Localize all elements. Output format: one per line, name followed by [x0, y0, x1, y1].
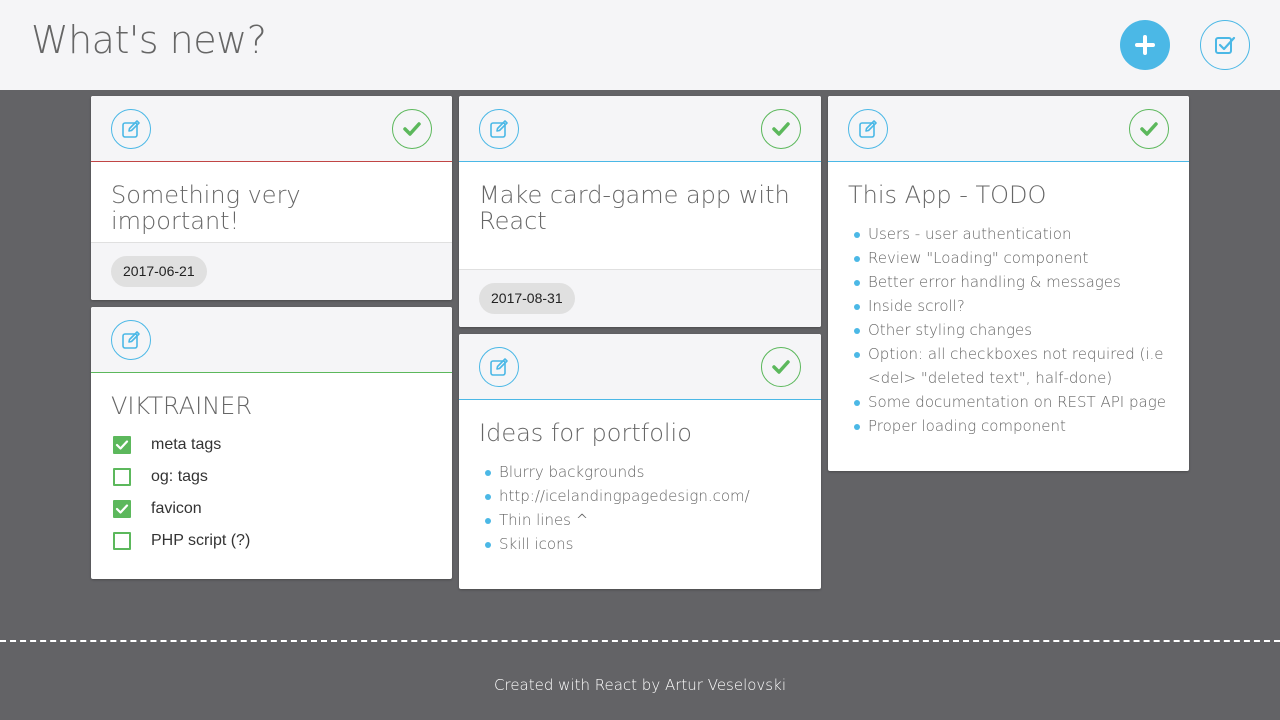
card-footer: 2017-08-31: [459, 269, 821, 327]
card-title: This App - TODO: [848, 181, 1047, 209]
checklist-item: PHP script (?): [113, 525, 432, 557]
edit-button[interactable]: [479, 347, 519, 387]
edit-button[interactable]: [848, 109, 888, 149]
list-item: Option: all checkboxes not required (i.e…: [854, 342, 1169, 390]
edit-icon: [490, 358, 508, 376]
checklist-item: meta tags: [113, 429, 432, 461]
mark-done-button[interactable]: [1129, 109, 1169, 149]
list-item: Blurry backgrounds: [485, 460, 801, 484]
checklist-item: og: tags: [113, 461, 432, 493]
checkbox[interactable]: [113, 468, 131, 486]
list-item: Skill icons: [485, 532, 801, 556]
card-header: [91, 96, 452, 162]
checkbox[interactable]: [113, 500, 131, 518]
list-item: http://icelandingpagedesign.com/: [485, 484, 801, 508]
card-title: Ideas for portfolio: [479, 419, 692, 447]
mark-done-button[interactable]: [761, 347, 801, 387]
checklist-label: PHP script (?): [151, 532, 251, 549]
edit-icon: [122, 120, 140, 138]
checkbox-edit-icon: [1215, 36, 1236, 54]
list-item: Users - user authentication: [854, 222, 1169, 246]
list-item: Better error handling & messages: [854, 270, 1169, 294]
check-icon: [1140, 122, 1158, 136]
edit-icon: [490, 120, 508, 138]
edit-button[interactable]: [111, 320, 151, 360]
checklist-item: favicon: [113, 493, 432, 525]
footer-divider: [0, 640, 1280, 642]
bullet-list: Users - user authentication Review "Load…: [828, 208, 1189, 438]
mark-done-button[interactable]: [392, 109, 432, 149]
card-footer: 2017-06-21: [91, 242, 452, 300]
card-portfolio-ideas: Ideas for portfolio Blurry backgrounds h…: [459, 334, 821, 589]
checklist-label: og: tags: [151, 468, 208, 485]
check-icon: [115, 504, 129, 514]
check-icon: [772, 360, 790, 374]
list-item: Thin lines ^: [485, 508, 801, 532]
card-header: [459, 334, 821, 400]
list-item: Proper loading component: [854, 414, 1169, 438]
edit-icon: [859, 120, 877, 138]
list-item: Review "Loading" component: [854, 246, 1169, 270]
edit-button[interactable]: [111, 109, 151, 149]
checkbox[interactable]: [113, 532, 131, 550]
card-something-important: Something very important! 2017-06-21: [91, 96, 452, 300]
footer-credit: Created with React by Artur Veselovski: [494, 676, 786, 694]
checklist-label: favicon: [151, 500, 202, 517]
date-badge: 2017-06-21: [111, 256, 207, 287]
card-header: [459, 96, 821, 162]
card-title: Something very important!: [111, 181, 301, 235]
bullet-list: Blurry backgrounds http://icelandingpage…: [459, 446, 821, 556]
list-item: Some documentation on REST API page: [854, 390, 1169, 414]
card-title: Make card-game app with React: [479, 181, 790, 235]
card-viktrainer: VIKTRAINER meta tags og: tags favicon PH…: [91, 307, 452, 579]
check-icon: [403, 122, 421, 136]
list-item: Other styling changes: [854, 318, 1169, 342]
plus-icon: [1135, 35, 1155, 55]
card-app-todo: This App - TODO Users - user authenticat…: [828, 96, 1189, 471]
checkbox[interactable]: [113, 436, 131, 454]
card-card-game-app: Make card-game app with React 2017-08-31: [459, 96, 821, 327]
check-icon: [115, 440, 129, 450]
checklist-label: meta tags: [151, 436, 222, 453]
toggle-checklist-button[interactable]: [1200, 20, 1250, 70]
card-header: [91, 307, 452, 373]
mark-done-button[interactable]: [761, 109, 801, 149]
app-header: What's new?: [0, 0, 1280, 90]
card-header: [828, 96, 1189, 162]
page-title: What's new?: [31, 18, 267, 62]
add-card-button[interactable]: [1120, 20, 1170, 70]
check-icon: [772, 122, 790, 136]
checklist: meta tags og: tags favicon PHP script (?…: [91, 419, 452, 557]
list-item: Inside scroll?: [854, 294, 1169, 318]
edit-button[interactable]: [479, 109, 519, 149]
date-badge: 2017-08-31: [479, 283, 575, 314]
edit-icon: [122, 331, 140, 349]
card-title: VIKTRAINER: [111, 392, 253, 420]
